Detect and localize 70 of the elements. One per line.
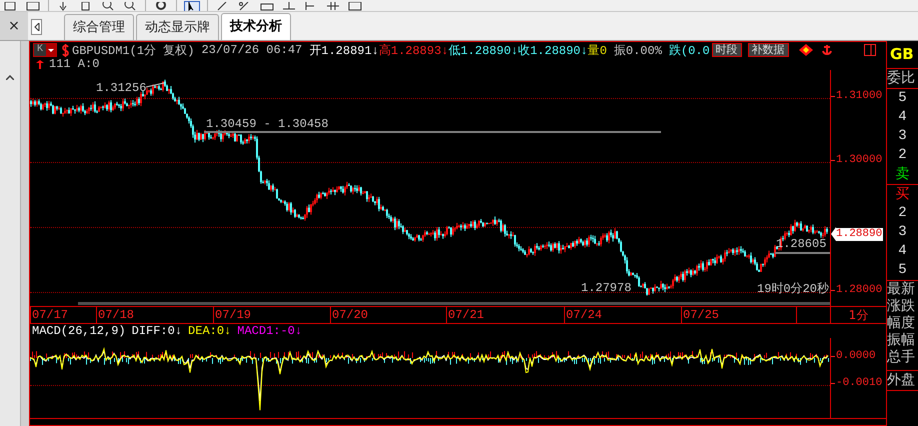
caret-icon: [34, 23, 40, 31]
dollar-icon: [61, 44, 70, 56]
scrollbar[interactable]: [78, 302, 830, 305]
price-tick: 1.28000: [836, 284, 882, 296]
quote-value: 收1.28890↓: [518, 42, 588, 58]
field-label: 总手: [887, 349, 916, 366]
date-label: 07/18: [96, 307, 134, 323]
depth-level: 5: [897, 89, 908, 108]
depth-level: 3: [897, 127, 908, 146]
field-label: 最新: [887, 280, 918, 298]
price-annotation: 1.30459 - 1.30458: [206, 118, 328, 130]
buy-label: 买: [894, 185, 910, 204]
indicator-tick: -0.0010: [836, 377, 882, 389]
quote-value: 量0: [588, 42, 607, 58]
pin-icon[interactable]: [36, 60, 44, 68]
diamond-icon[interactable]: [798, 44, 813, 56]
date-label: 07/20: [330, 307, 368, 323]
price-tick: 1.30000: [836, 154, 882, 166]
price-annotation: 1.31256: [96, 82, 146, 94]
date-label: 07/24: [564, 307, 602, 323]
toolbar-button[interactable]: 时段: [712, 43, 742, 57]
scroll-left-button[interactable]: [31, 19, 42, 35]
symbol-label: GBPUSDM1(1分 复权): [72, 42, 194, 58]
indicator-value: MACD1:-0↓: [237, 324, 302, 338]
panel-title: 外盘: [887, 370, 918, 391]
info-label: 111 A:0: [49, 57, 100, 71]
scroll-up-icon[interactable]: [6, 75, 14, 80]
period-dropdown[interactable]: K: [33, 43, 58, 57]
date-label: 07/25: [681, 307, 720, 323]
toolbar-button[interactable]: 补数据: [748, 43, 789, 57]
quote-value: 振0.00%: [614, 42, 662, 58]
indicator-tick: 0.0000: [836, 350, 876, 362]
period-label[interactable]: 1分: [830, 307, 886, 323]
level-line: [775, 252, 830, 254]
zoom-icon[interactable]: [101, 2, 115, 11]
quote-value: 跌(0.0: [668, 42, 710, 58]
pointer-icon[interactable]: [185, 2, 199, 11]
zoom-icon[interactable]: [123, 2, 137, 11]
quote-value: 开1.28891↓: [309, 42, 379, 58]
quote-value: 低1.28890↓: [448, 42, 518, 58]
leader-line: [146, 82, 164, 88]
anchor-icon[interactable]: [822, 44, 832, 56]
field-label: 振幅: [887, 332, 916, 349]
panel-title: 委比: [887, 69, 918, 89]
field-label: 涨跌: [887, 298, 916, 315]
depth-level: 3: [897, 223, 908, 242]
date-label: 07/17: [30, 307, 68, 323]
datetime-label: 23/07/26 06:47: [201, 43, 302, 57]
symbol-header: GB: [887, 41, 918, 69]
price-annotation: 1.27978: [581, 282, 632, 294]
sell-label: 卖: [887, 165, 918, 185]
indicator-value: DEA:0↓: [188, 324, 232, 338]
field-label: 幅度: [887, 315, 916, 332]
split-view-icon[interactable]: [864, 44, 876, 56]
pointer-icon: [831, 227, 836, 241]
price-annotation: 19时0分20秒: [757, 283, 830, 295]
depth-level: 5: [897, 261, 908, 280]
tab[interactable]: 技术分析: [221, 13, 291, 40]
indicator-value: DIFF:0↓: [132, 324, 182, 338]
tab[interactable]: 综合管理: [64, 14, 134, 40]
date-label: 07/19: [213, 307, 252, 323]
tab[interactable]: 动态显示牌: [136, 14, 219, 40]
date-label: 07/21: [446, 307, 484, 323]
quote-value: 高1.28893↓: [378, 42, 448, 58]
depth-level: 4: [897, 242, 908, 261]
indicator-value: MACD(26,12,9): [32, 324, 126, 338]
depth-level: 2: [897, 146, 908, 165]
price-tick: 1.31000: [836, 90, 882, 102]
depth-level: 4: [897, 108, 908, 127]
depth-level: 2: [897, 204, 908, 223]
